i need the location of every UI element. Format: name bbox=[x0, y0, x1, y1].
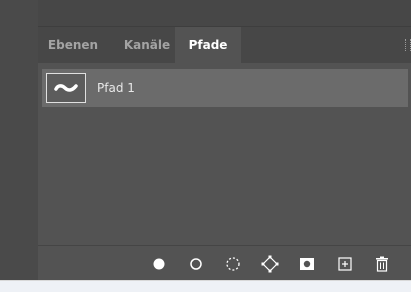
stroke-path-icon[interactable] bbox=[186, 254, 206, 274]
left-dock-strip bbox=[0, 0, 39, 280]
panel-footer-toolbar bbox=[38, 245, 411, 281]
path-shape-icon bbox=[54, 84, 78, 92]
panel-menu-icon[interactable] bbox=[405, 39, 411, 51]
delete-icon[interactable] bbox=[372, 254, 392, 274]
path-name: Pfad 1 bbox=[97, 81, 135, 95]
add-mask-icon[interactable] bbox=[297, 254, 317, 274]
window-bottom-edge bbox=[0, 280, 411, 292]
photoshop-panel-shell: Ebenen Kanäle Pfade Pfad 1 bbox=[0, 0, 411, 281]
new-path-icon[interactable] bbox=[335, 254, 355, 274]
tab-kanaele[interactable]: Kanäle bbox=[116, 27, 178, 63]
path-row[interactable]: Pfad 1 bbox=[42, 69, 408, 107]
load-selection-icon[interactable] bbox=[223, 254, 243, 274]
path-thumbnail[interactable] bbox=[46, 73, 86, 103]
fill-path-icon[interactable] bbox=[149, 254, 169, 274]
make-work-path-icon[interactable] bbox=[260, 254, 280, 274]
panel-tab-bar: Ebenen Kanäle Pfade bbox=[38, 27, 411, 63]
tab-ebenen[interactable]: Ebenen bbox=[42, 27, 104, 63]
paths-panel: Ebenen Kanäle Pfade Pfad 1 bbox=[38, 0, 411, 281]
paths-list: Pfad 1 bbox=[38, 63, 411, 245]
tab-pfade[interactable]: Pfade bbox=[175, 27, 241, 63]
panel-top-strip bbox=[38, 0, 411, 27]
